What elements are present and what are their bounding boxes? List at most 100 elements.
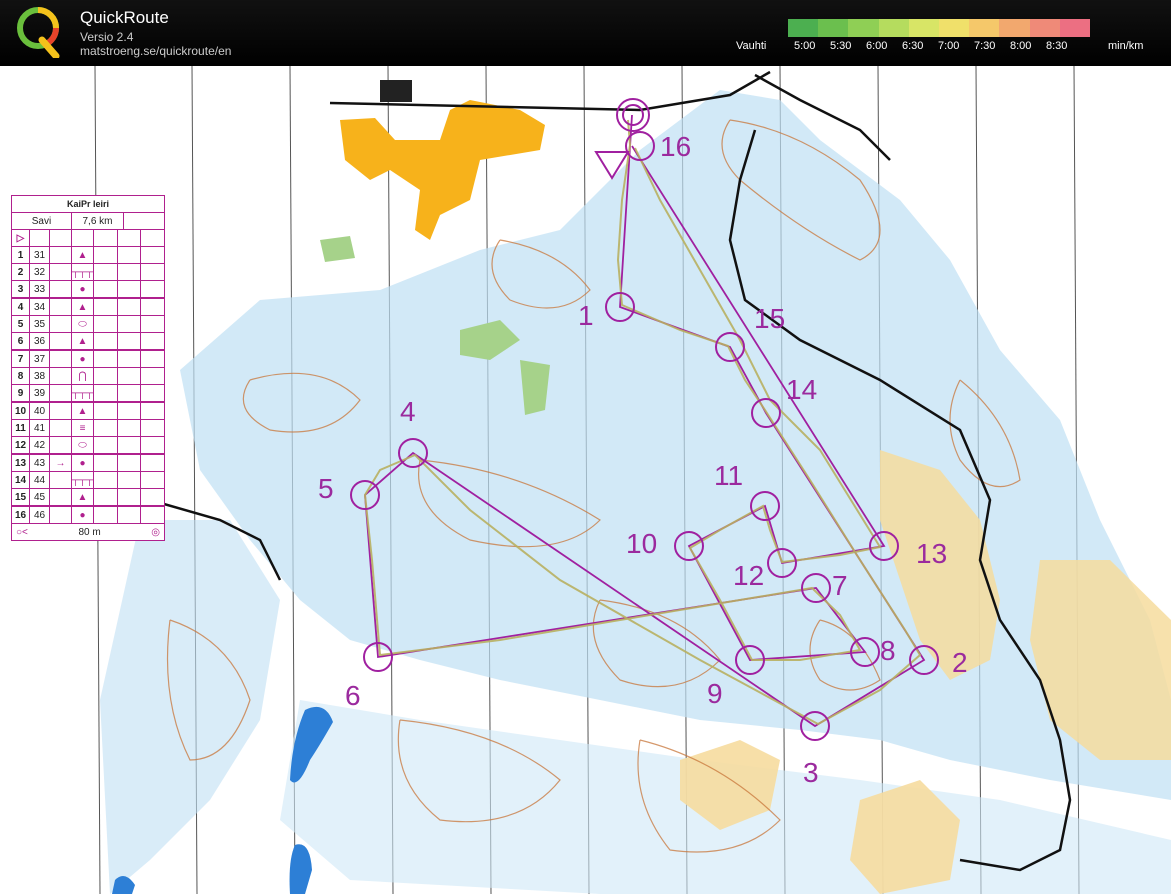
app-url[interactable]: matstroeng.se/quickroute/en <box>80 44 231 58</box>
pace-unit: min/km <box>1108 40 1144 52</box>
card-control-row: 10 40 ▲ <box>12 403 164 420</box>
control-number-label: 14 <box>786 374 817 405</box>
card-course-name: Savi <box>12 213 72 229</box>
pace-tick-label: 8:30 <box>1046 40 1068 52</box>
card-control-extra <box>50 403 72 419</box>
pace-color-swatch <box>878 19 909 37</box>
card-control-number: 3 <box>12 281 30 297</box>
card-control-number: 15 <box>12 489 30 505</box>
card-control-code: 45 <box>30 489 50 505</box>
pace-color-swatch <box>1029 19 1060 37</box>
card-control-extra <box>50 316 72 332</box>
card-control-extra <box>50 333 72 349</box>
control-number-label: 9 <box>707 678 723 709</box>
card-control-symbol-icon: ● <box>72 455 94 471</box>
card-control-row: 14 44 ┬┬┬ <box>12 472 164 489</box>
card-control-symbol-icon: ● <box>72 507 94 523</box>
card-control-extra <box>50 385 72 401</box>
pace-color-swatch <box>1059 19 1091 37</box>
card-control-row: 12 42 ⬭ <box>12 437 164 455</box>
card-control-code: 31 <box>30 247 50 263</box>
card-rows: 1 31 ▲ 2 32 ┬┬┬ 3 33 ● 4 34 ▲ 5 35 ⬭ 6 36 ▲ 7 37 ● 8 38 ⋂ 9 39 ┬┬┬… <box>12 247 164 524</box>
card-control-code: 37 <box>30 351 50 367</box>
card-control-row: 5 35 ⬭ <box>12 316 164 333</box>
card-control-number: 1 <box>12 247 30 263</box>
open-field <box>340 100 545 240</box>
card-control-symbol-icon: ⋂ <box>72 368 94 384</box>
card-control-row: 15 45 ▲ <box>12 489 164 507</box>
card-control-number: 8 <box>12 368 30 384</box>
control-number-label: 7 <box>832 570 848 601</box>
card-control-extra <box>50 368 72 384</box>
map-canvas[interactable]: 12345678910111213141516 <box>0 66 1171 894</box>
card-control-symbol-icon: ▲ <box>72 299 94 315</box>
control-number-label: 5 <box>318 473 334 504</box>
green-vegetation-3 <box>320 236 355 262</box>
pace-color-swatch <box>818 19 849 37</box>
pace-tick-label: 8:00 <box>1010 40 1032 52</box>
card-control-number: 4 <box>12 299 30 315</box>
app-header: QuickRoute Versio 2.4 matstroeng.se/quic… <box>0 0 1171 66</box>
card-control-extra <box>50 489 72 505</box>
card-control-code: 33 <box>30 281 50 297</box>
pace-tick-label: 7:30 <box>974 40 996 52</box>
card-control-code: 46 <box>30 507 50 523</box>
card-control-code: 42 <box>30 437 50 453</box>
card-control-row: 11 41 ≡ <box>12 420 164 437</box>
card-control-symbol-icon: ▲ <box>72 247 94 263</box>
card-control-number: 16 <box>12 507 30 523</box>
card-control-extra <box>50 299 72 315</box>
marsh-area <box>180 90 1171 800</box>
control-number-label: 13 <box>916 538 947 569</box>
card-control-number: 13 <box>12 455 30 471</box>
pace-color-swatch <box>969 19 1000 37</box>
card-control-code: 32 <box>30 264 50 280</box>
card-control-extra <box>50 472 72 488</box>
card-control-row: 1 31 ▲ <box>12 247 164 264</box>
control-number-label: 2 <box>952 647 968 678</box>
card-course-length: 7,6 km <box>72 213 124 229</box>
control-number-label: 12 <box>733 560 764 591</box>
card-control-row: 4 34 ▲ <box>12 299 164 316</box>
card-control-code: 41 <box>30 420 50 436</box>
card-control-row: 3 33 ● <box>12 281 164 299</box>
card-control-extra <box>50 507 72 523</box>
control-number-label: 1 <box>578 300 594 331</box>
quickroute-logo-icon <box>17 7 60 58</box>
control-number-label: 8 <box>880 635 896 666</box>
card-control-code: 40 <box>30 403 50 419</box>
control-number-label: 6 <box>345 680 361 711</box>
pace-tick-label: 6:00 <box>866 40 888 52</box>
card-control-number: 5 <box>12 316 30 332</box>
card-control-number: 12 <box>12 437 30 453</box>
lake-2 <box>289 844 312 894</box>
pace-color-swatch <box>848 19 879 37</box>
card-control-extra <box>50 351 72 367</box>
pace-color-swatch <box>999 19 1030 37</box>
pace-tick-label: 5:30 <box>830 40 852 52</box>
pace-color-swatch <box>939 19 970 37</box>
control-number-label: 16 <box>660 131 691 162</box>
control-number-label: 4 <box>400 396 416 427</box>
card-control-symbol-icon: ┬┬┬ <box>72 385 94 401</box>
card-control-symbol-icon: ┬┬┬ <box>72 264 94 280</box>
card-control-extra <box>50 420 72 436</box>
card-control-symbol-icon: ▲ <box>72 489 94 505</box>
card-control-code: 36 <box>30 333 50 349</box>
pace-label: Vauhti <box>736 40 767 52</box>
orienteering-map[interactable]: 1 2 3 4 5 6 7 8 9 10 11 12 13 14 15 16 KaiPr leiri Savi… <box>0 66 1171 894</box>
card-control-row: 8 38 ⋂ <box>12 368 164 385</box>
pace-tick-label: 7:00 <box>938 40 960 52</box>
card-control-symbol-icon: ≡ <box>72 420 94 436</box>
card-control-number: 14 <box>12 472 30 488</box>
card-control-code: 44 <box>30 472 50 488</box>
control-number-label: 11 <box>714 460 743 491</box>
card-control-symbol-icon: ▲ <box>72 403 94 419</box>
pace-color-swatch <box>788 19 819 37</box>
card-control-extra <box>50 247 72 263</box>
finish-distance: 80 m <box>78 526 101 538</box>
card-control-row: 9 39 ┬┬┬ <box>12 385 164 403</box>
card-control-number: 10 <box>12 403 30 419</box>
card-finish-row: ○< 80 m ◎ <box>12 524 164 540</box>
card-start-row: ▷ <box>12 230 164 247</box>
